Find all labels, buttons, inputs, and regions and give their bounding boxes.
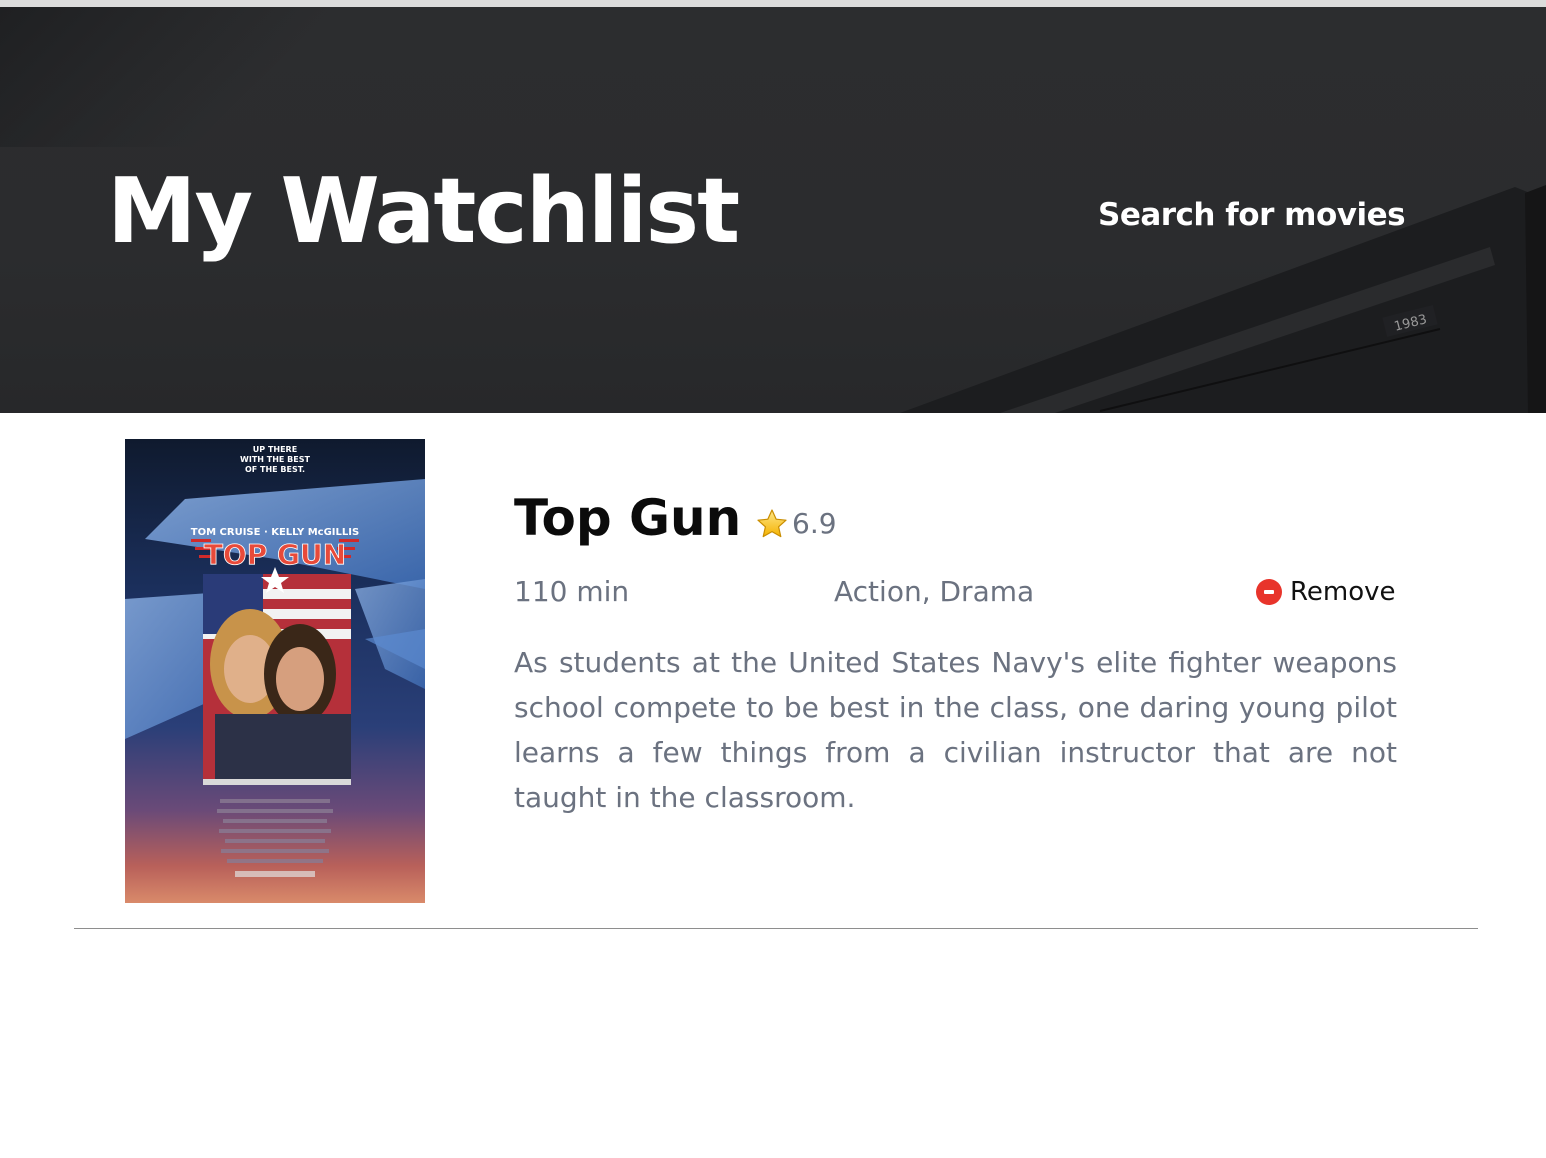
movie-overview: As students at the United States Navy's … xyxy=(514,646,1397,814)
rating-value: 6.9 xyxy=(792,507,837,540)
movie-poster: UP THERE WITH THE BEST OF THE BEST. TOM … xyxy=(125,439,425,903)
star-icon xyxy=(757,509,787,538)
poster-tagline-line-1: UP THERE xyxy=(253,445,297,454)
search-for-movies-link[interactable]: Search for movies xyxy=(1098,193,1406,237)
movie-title: Top Gun xyxy=(514,489,742,547)
movie-rating: 6.9 xyxy=(756,506,837,542)
browser-top-edge xyxy=(0,0,1546,7)
remove-label: Remove xyxy=(1290,577,1396,607)
hero-banner: 1983 My Watchlist Search for movies xyxy=(0,7,1546,413)
poster-cast: TOM CRUISE · KELLY McGILLIS xyxy=(191,527,359,538)
item-divider xyxy=(74,928,1478,929)
poster-artwork: UP THERE WITH THE BEST OF THE BEST. TOM … xyxy=(125,439,425,903)
poster-title: TOP GUN xyxy=(204,538,346,571)
poster-tagline-line-2: WITH THE BEST xyxy=(240,455,310,464)
movie-genres: Action, Drama xyxy=(834,575,1035,608)
page-title: My Watchlist xyxy=(107,159,740,264)
movie-runtime: 110 min xyxy=(514,575,630,608)
poster-tagline-line-3: OF THE BEST. xyxy=(245,465,305,474)
remove-button[interactable]: Remove xyxy=(1256,573,1396,611)
minus-circle-icon xyxy=(1256,579,1282,605)
